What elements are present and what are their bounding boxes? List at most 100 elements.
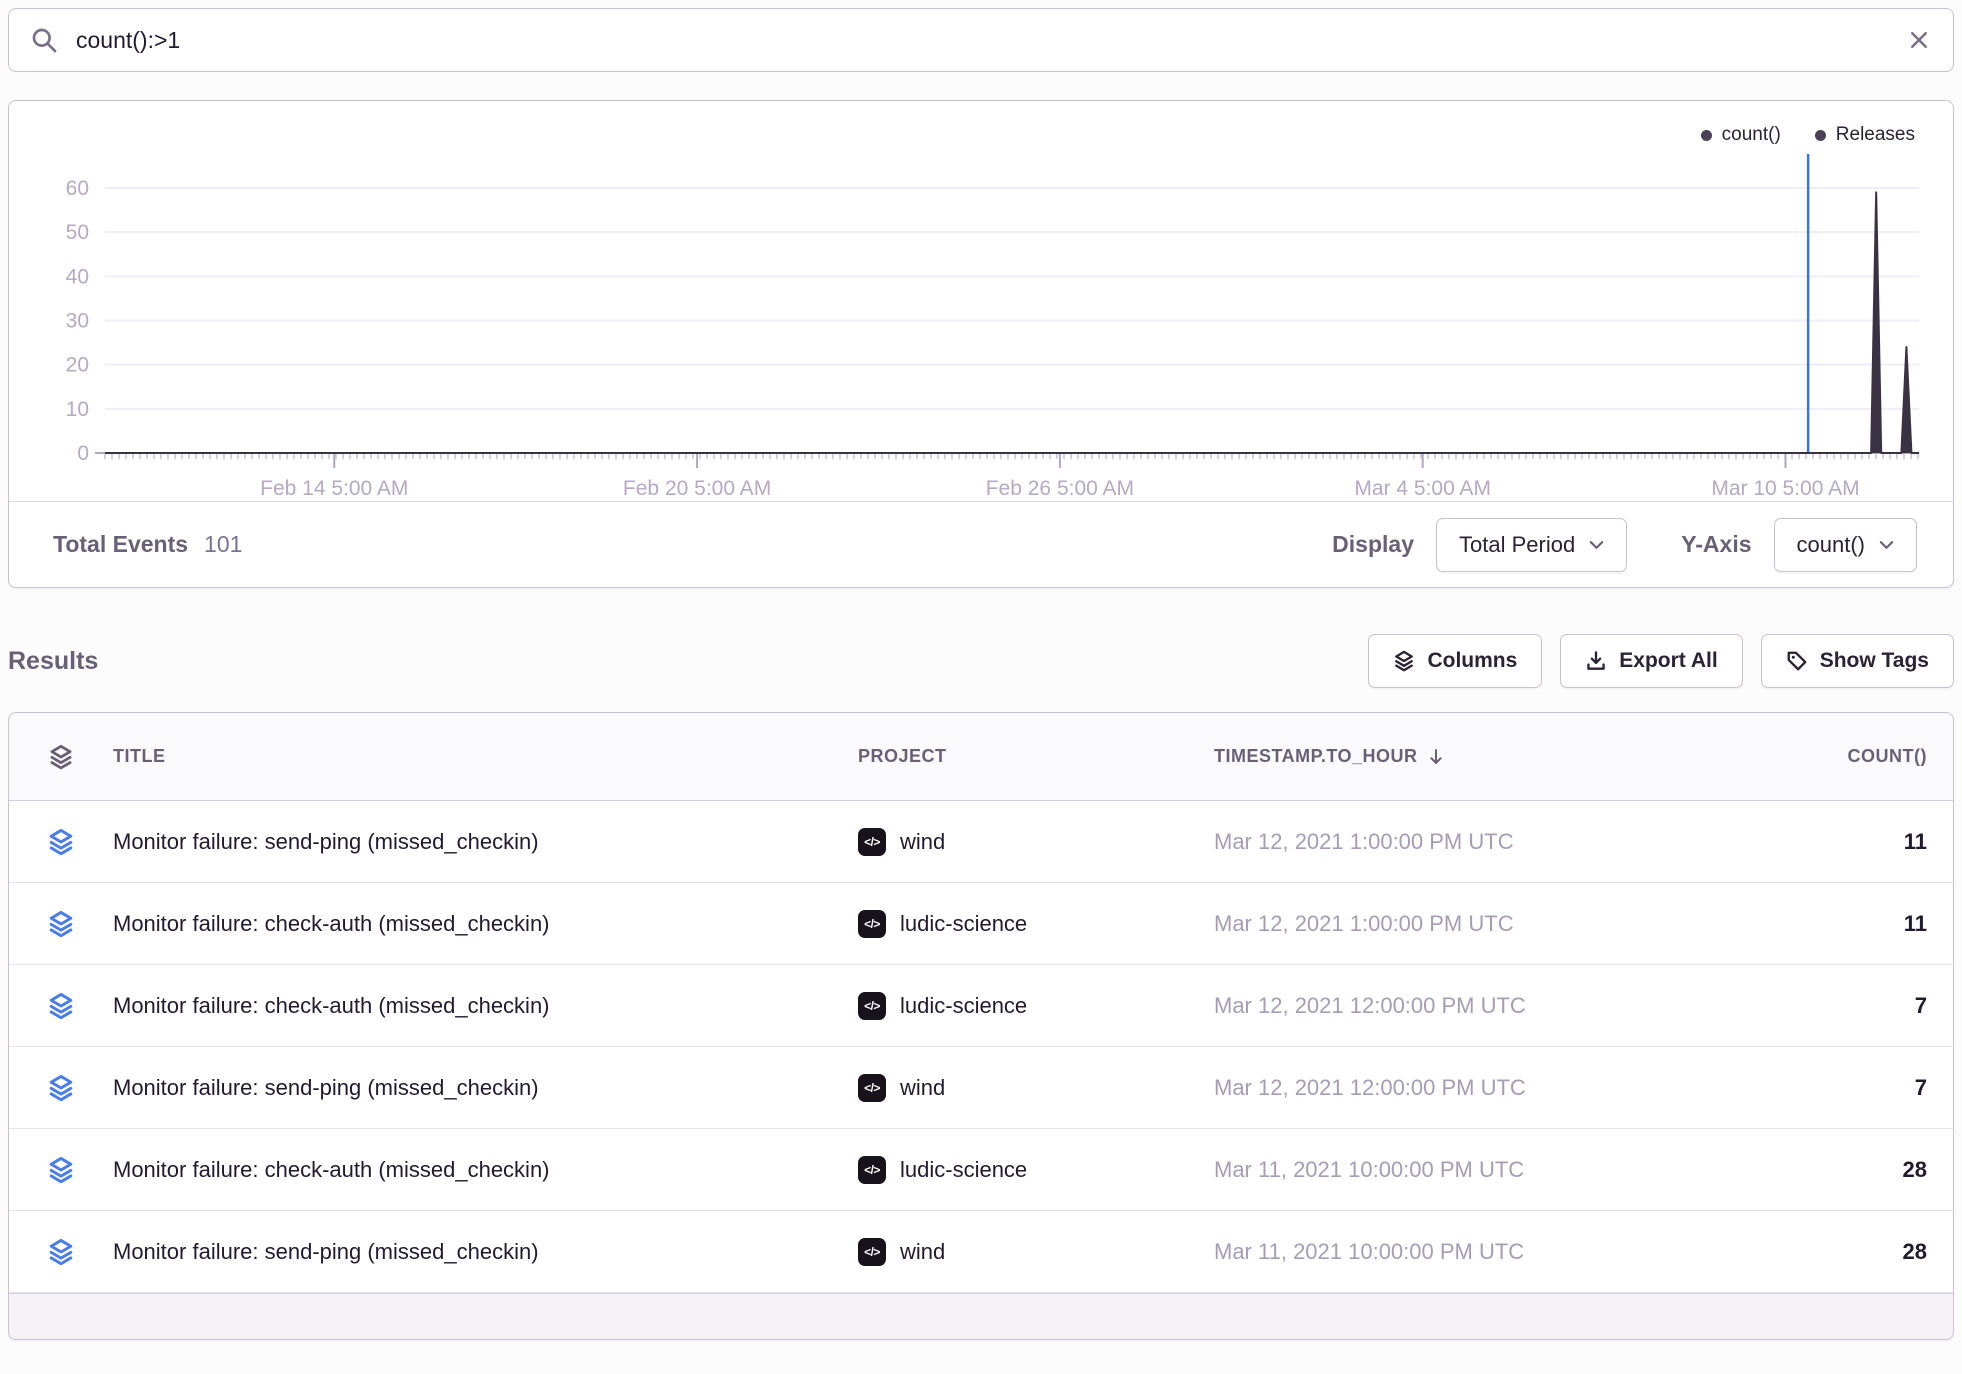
show-tags-button[interactable]: Show Tags bbox=[1761, 634, 1954, 688]
event-title[interactable]: Monitor failure: check-auth (missed_chec… bbox=[113, 911, 858, 937]
results-header: Results Columns Export All Show Tags bbox=[8, 634, 1954, 688]
stack-icon bbox=[9, 1074, 113, 1102]
count-cell: 28 bbox=[1684, 1239, 1953, 1265]
svg-text:Feb 20 5:00 AM: Feb 20 5:00 AM bbox=[623, 477, 771, 500]
display-dropdown[interactable]: Total Period bbox=[1436, 518, 1627, 572]
yaxis-label: Y-Axis bbox=[1681, 531, 1751, 558]
table-row: Monitor failure: check-auth (missed_chec… bbox=[9, 883, 1953, 965]
project-platform-icon: </> bbox=[858, 992, 886, 1020]
count-cell: 11 bbox=[1684, 911, 1953, 937]
legend-label: count() bbox=[1722, 124, 1781, 146]
svg-text:Feb 26 5:00 AM: Feb 26 5:00 AM bbox=[986, 477, 1134, 500]
project-platform-icon: </> bbox=[858, 1238, 886, 1266]
columns-button[interactable]: Columns bbox=[1368, 634, 1542, 688]
event-title[interactable]: Monitor failure: send-ping (missed_check… bbox=[113, 1075, 858, 1101]
project-platform-icon: </> bbox=[858, 1156, 886, 1184]
timestamp-cell: Mar 12, 2021 12:00:00 PM UTC bbox=[1214, 993, 1684, 1019]
stack-icon bbox=[9, 992, 113, 1020]
export-all-button[interactable]: Export All bbox=[1560, 634, 1742, 688]
table-row: Monitor failure: send-ping (missed_check… bbox=[9, 1047, 1953, 1129]
svg-text:20: 20 bbox=[66, 354, 89, 377]
total-events: Total Events 101 bbox=[53, 531, 242, 558]
count-cell: 28 bbox=[1684, 1157, 1953, 1183]
timestamp-cell: Mar 12, 2021 12:00:00 PM UTC bbox=[1214, 1075, 1684, 1101]
event-title[interactable]: Monitor failure: send-ping (missed_check… bbox=[113, 829, 858, 855]
count-series-dot-icon bbox=[1701, 130, 1712, 141]
search-icon bbox=[31, 27, 58, 54]
timestamp-cell: Mar 11, 2021 10:00:00 PM UTC bbox=[1214, 1157, 1684, 1183]
table-row: Monitor failure: check-auth (missed_chec… bbox=[9, 1129, 1953, 1211]
table-row: Monitor failure: send-ping (missed_check… bbox=[9, 801, 1953, 883]
svg-text:50: 50 bbox=[66, 221, 89, 244]
count-cell: 11 bbox=[1684, 829, 1953, 855]
show-tags-button-label: Show Tags bbox=[1820, 649, 1929, 673]
svg-text:30: 30 bbox=[66, 310, 89, 333]
column-header-timestamp[interactable]: Timestamp.to_hour bbox=[1214, 746, 1684, 767]
chevron-down-icon bbox=[1589, 540, 1604, 550]
event-title[interactable]: Monitor failure: check-auth (missed_chec… bbox=[113, 993, 858, 1019]
column-header-count[interactable]: Count() bbox=[1684, 746, 1953, 767]
search-input[interactable] bbox=[76, 27, 1889, 54]
layers-icon bbox=[1393, 650, 1415, 672]
results-title: Results bbox=[8, 647, 98, 676]
svg-text:40: 40 bbox=[66, 265, 89, 288]
events-chart-panel: count() Releases 0 10 20 30 40 50 60 Feb 14 5:0… bbox=[8, 100, 1954, 588]
table-header-row: Title Project Timestamp.to_hour Count() bbox=[9, 713, 1953, 801]
yaxis-dropdown[interactable]: count() bbox=[1774, 518, 1917, 572]
stack-icon bbox=[9, 828, 113, 856]
event-title[interactable]: Monitor failure: send-ping (missed_check… bbox=[113, 1239, 858, 1265]
stack-icon bbox=[48, 744, 74, 770]
export-all-button-label: Export All bbox=[1619, 649, 1717, 673]
total-events-value: 101 bbox=[204, 531, 242, 558]
display-label: Display bbox=[1332, 531, 1414, 558]
column-header-stack[interactable] bbox=[9, 744, 113, 770]
download-icon bbox=[1585, 650, 1607, 672]
stack-icon bbox=[9, 1156, 113, 1184]
column-header-title[interactable]: Title bbox=[113, 746, 858, 767]
legend-item-releases[interactable]: Releases bbox=[1815, 121, 1915, 149]
project-platform-icon: </> bbox=[858, 1074, 886, 1102]
clear-search-button[interactable] bbox=[1907, 28, 1931, 52]
chevron-down-icon bbox=[1879, 540, 1894, 550]
project-platform-icon: </> bbox=[858, 910, 886, 938]
stack-icon bbox=[9, 910, 113, 938]
legend-label: Releases bbox=[1836, 124, 1915, 146]
count-cell: 7 bbox=[1684, 1075, 1953, 1101]
yaxis-dropdown-value: count() bbox=[1797, 532, 1865, 558]
close-icon bbox=[1907, 28, 1931, 52]
project-platform-icon: </> bbox=[858, 828, 886, 856]
project-cell[interactable]: </>ludic-science bbox=[858, 1156, 1214, 1184]
event-title[interactable]: Monitor failure: check-auth (missed_chec… bbox=[113, 1157, 858, 1183]
display-dropdown-value: Total Period bbox=[1459, 532, 1575, 558]
column-header-project[interactable]: Project bbox=[858, 746, 1214, 767]
timestamp-cell: Mar 11, 2021 10:00:00 PM UTC bbox=[1214, 1239, 1684, 1265]
svg-text:Mar 4 5:00 AM: Mar 4 5:00 AM bbox=[1354, 477, 1491, 500]
project-cell[interactable]: </>wind bbox=[858, 1238, 1214, 1266]
sort-desc-icon bbox=[1426, 747, 1446, 767]
count-cell: 7 bbox=[1684, 993, 1953, 1019]
svg-text:Mar 10 5:00 AM: Mar 10 5:00 AM bbox=[1711, 477, 1859, 500]
project-cell[interactable]: </>wind bbox=[858, 828, 1214, 856]
releases-series-dot-icon bbox=[1815, 130, 1826, 141]
project-cell[interactable]: </>wind bbox=[858, 1074, 1214, 1102]
timestamp-cell: Mar 12, 2021 1:00:00 PM UTC bbox=[1214, 911, 1684, 937]
table-row: Monitor failure: send-ping (missed_check… bbox=[9, 1211, 1953, 1293]
svg-text:60: 60 bbox=[66, 177, 89, 200]
svg-text:10: 10 bbox=[66, 398, 89, 421]
tag-icon bbox=[1786, 650, 1808, 672]
svg-text:0: 0 bbox=[77, 442, 89, 465]
svg-text:Feb 14 5:00 AM: Feb 14 5:00 AM bbox=[260, 477, 408, 500]
project-cell[interactable]: </>ludic-science bbox=[858, 910, 1214, 938]
search-bar bbox=[8, 8, 1954, 72]
results-table: Title Project Timestamp.to_hour Count() … bbox=[8, 712, 1954, 1340]
timestamp-cell: Mar 12, 2021 1:00:00 PM UTC bbox=[1214, 829, 1684, 855]
project-cell[interactable]: </>ludic-science bbox=[858, 992, 1214, 1020]
chart-legend: count() Releases bbox=[9, 101, 1953, 149]
events-area-chart[interactable]: 0 10 20 30 40 50 60 Feb 14 5:00 AM Feb 20 5:00 A… bbox=[9, 149, 1953, 501]
table-row: Monitor failure: check-auth (missed_chec… bbox=[9, 965, 1953, 1047]
table-footer bbox=[9, 1293, 1953, 1339]
legend-item-count[interactable]: count() bbox=[1701, 121, 1781, 149]
total-events-label: Total Events bbox=[53, 531, 188, 558]
chart-footer: Total Events 101 Display Total Period Y-… bbox=[9, 501, 1953, 587]
columns-button-label: Columns bbox=[1427, 649, 1517, 673]
